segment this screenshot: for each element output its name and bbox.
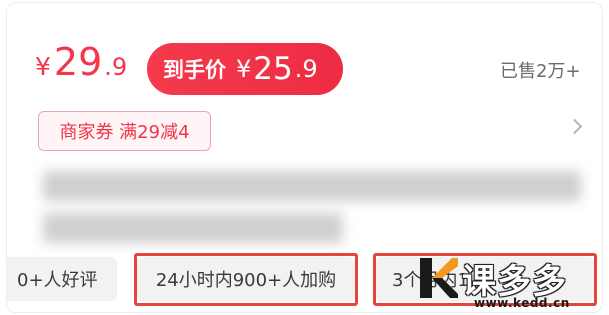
tag-added-to-cart[interactable]: 24小时内900+人加购 <box>137 257 355 301</box>
final-price-label: 到手价 <box>163 58 226 82</box>
watermark-logo-icon <box>420 258 458 298</box>
final-price-currency: ¥ <box>236 55 252 83</box>
price-integer: 29 <box>53 40 103 84</box>
watermark: 课多多 www.kedd.cn <box>418 254 609 315</box>
final-price-decimal: .9 <box>294 55 318 83</box>
final-price-integer: 25 <box>253 51 293 87</box>
watermark-url: www.kedd.cn <box>474 296 570 310</box>
sales-count: 已售2万+ <box>500 61 581 82</box>
price-currency: ¥ <box>35 52 51 81</box>
final-price-badge: 到手价 ¥ 25 .9 <box>147 43 343 95</box>
coupon-badge[interactable]: 商家券 满29减4 <box>38 111 211 151</box>
tag-positive-reviews[interactable]: 0+人好评 <box>7 257 117 301</box>
price-decimal: .9 <box>104 53 128 81</box>
chevron-right-icon[interactable] <box>566 118 583 135</box>
product-title-blurred <box>43 165 587 255</box>
original-price: ¥ 29 .9 <box>35 43 127 81</box>
